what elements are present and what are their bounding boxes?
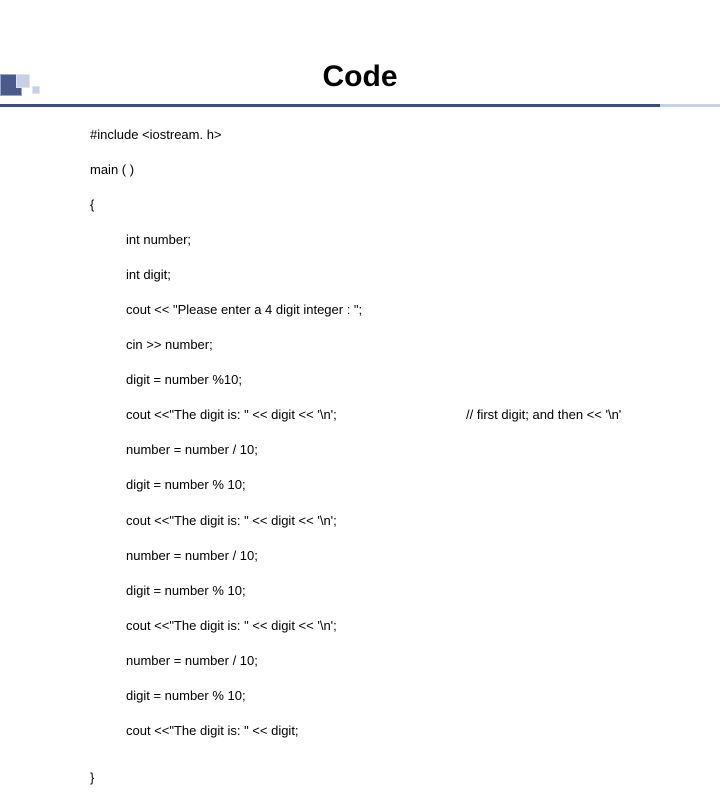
code-line: digit = number % 10; bbox=[90, 687, 720, 705]
code-text: cout <<"The digit is: " << digit << '\n'… bbox=[126, 406, 466, 424]
slide-accent-squares bbox=[0, 74, 40, 96]
horizontal-rule bbox=[0, 104, 720, 107]
code-line: cout <<"The digit is: " << digit; bbox=[90, 722, 720, 740]
code-line: } bbox=[90, 769, 720, 787]
code-comment: // first digit; and then << '\n' bbox=[466, 406, 621, 424]
code-line: digit = number %10; bbox=[90, 371, 720, 389]
code-line: cout <<"The digit is: " << digit << '\n'… bbox=[90, 617, 720, 635]
code-line-with-comment: cout <<"The digit is: " << digit << '\n'… bbox=[90, 406, 720, 424]
code-line: cout << "Please enter a 4 digit integer … bbox=[90, 301, 720, 319]
code-line: main ( ) bbox=[90, 161, 720, 179]
code-line: cin >> number; bbox=[90, 336, 720, 354]
accent-square-tiny bbox=[32, 86, 40, 94]
slide-title: Code bbox=[0, 60, 720, 94]
code-line: number = number / 10; bbox=[90, 547, 720, 565]
horizontal-rule-tail bbox=[660, 104, 720, 107]
code-line: int number; bbox=[90, 231, 720, 249]
code-line: digit = number % 10; bbox=[90, 476, 720, 494]
code-line: { bbox=[90, 196, 720, 214]
accent-square-light bbox=[16, 74, 30, 88]
code-line: int digit; bbox=[90, 266, 720, 284]
code-line: number = number / 10; bbox=[90, 441, 720, 459]
code-line: number = number / 10; bbox=[90, 652, 720, 670]
code-line: cout <<"The digit is: " << digit << '\n'… bbox=[90, 512, 720, 530]
code-line: #include <iostream. h> bbox=[90, 126, 720, 144]
code-listing: #include <iostream. h> main ( ) { int nu… bbox=[90, 108, 720, 804]
code-line: digit = number % 10; bbox=[90, 582, 720, 600]
